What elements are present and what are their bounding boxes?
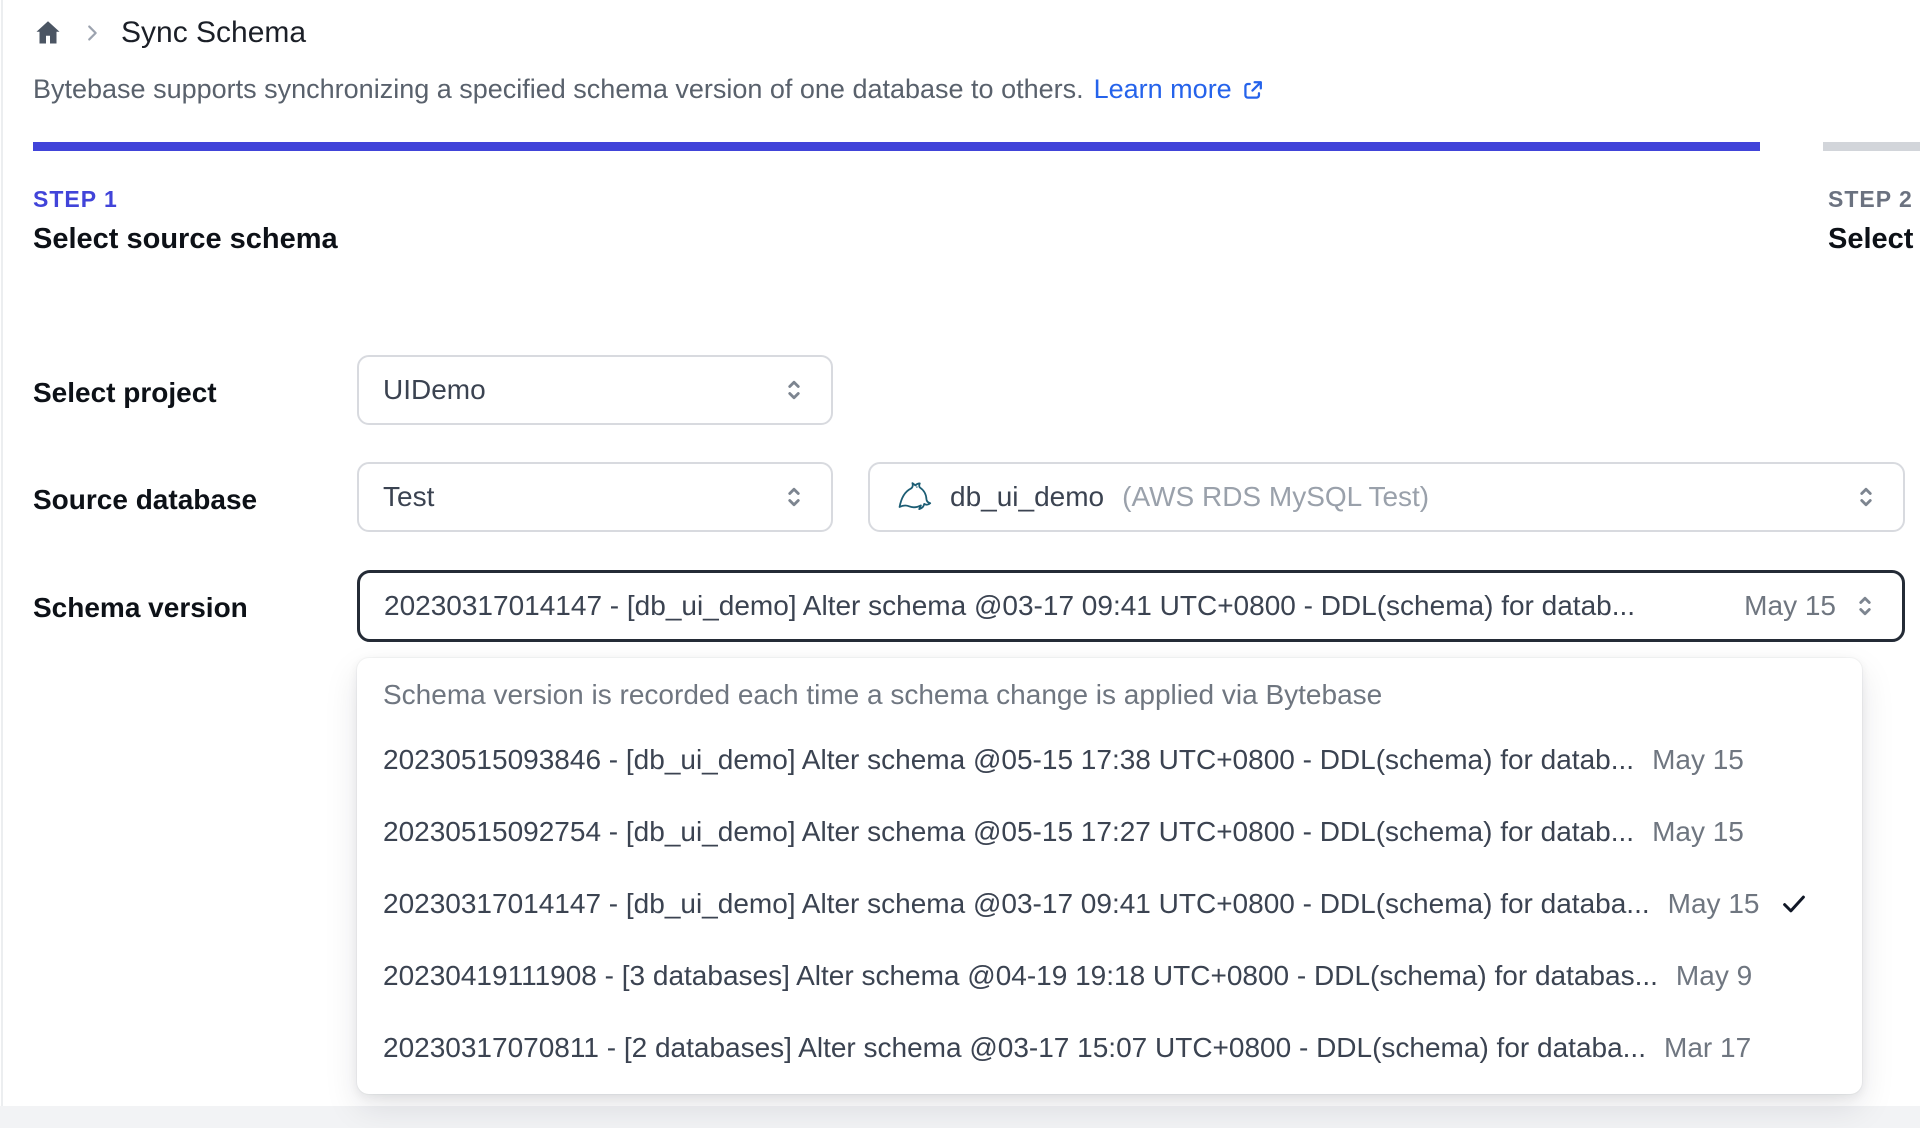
option-text: 20230317070811 - [2 databases] Alter sch… [383,1032,1646,1063]
option-date: May 9 [1675,960,1753,991]
environment-select-value: Test [383,481,435,512]
external-link-icon [1240,77,1266,103]
step-1: STEP 1 Select source schema [33,186,338,256]
breadcrumb: Sync Schema [33,16,306,50]
page-title: Sync Schema [121,16,307,49]
step-2-title: Select t [1828,223,1920,255]
option-date: Mar 17 [1664,1032,1752,1063]
step2-progress-bar [1823,142,1920,151]
database-select-value: db_ui_demo [950,481,1105,512]
step-2: STEP 2 Select t [1828,186,1920,256]
option-text: 20230419111908 - [3 databases] Alter sch… [383,960,1658,991]
schema-version-option[interactable]: 20230515093846 - [db_ui_demo] Alter sche… [357,724,1862,796]
schema-version-dropdown: Schema version is recorded each time a s… [357,658,1862,1094]
database-select[interactable]: db_ui_demo (AWS RDS MySQL Test) [868,462,1905,532]
schema-version-option[interactable]: 20230419111908 - [3 databases] Alter sch… [357,940,1862,1012]
database-select-hint: (AWS RDS MySQL Test) [1122,481,1430,512]
page-description: Bytebase supports synchronizing a specif… [33,74,1266,105]
chevron-up-down-icon [1849,480,1883,514]
learn-more-link[interactable]: Learn more [1094,74,1266,105]
schema-version-label: Schema version [33,592,248,623]
chevron-up-down-icon [1848,589,1882,623]
project-select-value: UIDemo [383,374,486,405]
schema-version-option[interactable]: 20230515092754 - [db_ui_demo] Alter sche… [357,796,1862,868]
option-text: 20230317014147 - [db_ui_demo] Alter sche… [383,888,1650,919]
chevron-right-icon [81,22,103,44]
schema-version-select-date: May 15 [1744,590,1836,621]
schema-version-option[interactable]: 20230317070811 - [2 databases] Alter sch… [357,1012,1862,1084]
learn-more-label: Learn more [1093,74,1232,104]
option-date: May 15 [1652,744,1744,775]
description-text: Bytebase supports synchronizing a specif… [33,74,1084,104]
check-icon [1779,889,1809,919]
content-left-border [1,0,3,1128]
option-date: May 15 [1652,816,1744,847]
option-text: 20230515092754 - [db_ui_demo] Alter sche… [383,816,1635,847]
environment-select[interactable]: Test [357,462,833,532]
chevron-up-down-icon [777,480,811,514]
select-project-label: Select project [33,377,217,408]
dropdown-header: Schema version is recorded each time a s… [383,679,1383,710]
step-1-title: Select source schema [33,223,338,255]
schema-version-option-selected[interactable]: 20230317014147 - [db_ui_demo] Alter sche… [357,868,1862,940]
option-date: May 15 [1667,888,1760,919]
option-text: 20230515093846 - [db_ui_demo] Alter sche… [383,744,1635,775]
page-bottom-background [0,1106,1920,1128]
step-2-label: STEP 2 [1828,186,1913,212]
home-icon[interactable] [33,18,63,48]
schema-version-select[interactable]: 20230317014147 - [db_ui_demo] Alter sche… [357,570,1905,642]
mysql-dolphin-icon [894,477,934,517]
project-select[interactable]: UIDemo [357,355,833,425]
schema-version-select-value: 20230317014147 - [db_ui_demo] Alter sche… [384,590,1636,621]
source-database-label: Source database [33,484,258,515]
chevron-up-down-icon [777,373,811,407]
step-1-label: STEP 1 [33,186,118,212]
step1-progress-bar [33,142,1760,151]
